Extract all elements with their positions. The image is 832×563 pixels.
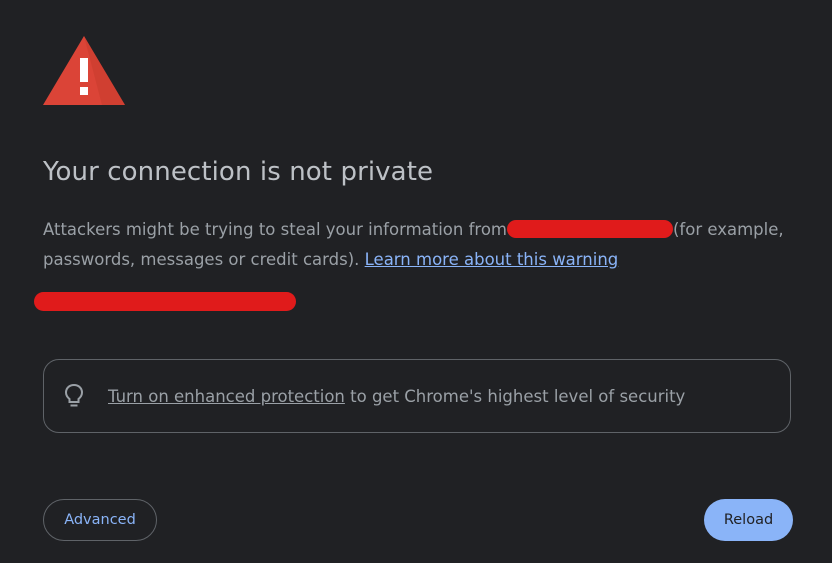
message-text-start: Attackers might be trying to steal your … xyxy=(43,220,507,239)
redacted-error-code xyxy=(34,292,296,311)
enhanced-protection-banner: Turn on enhanced protection to get Chrom… xyxy=(43,359,791,433)
warning-message: Attackers might be trying to steal your … xyxy=(43,215,803,275)
page-title: Your connection is not private xyxy=(43,157,434,187)
enhanced-protection-link[interactable]: Turn on enhanced protection xyxy=(108,387,345,406)
warning-triangle-icon xyxy=(43,36,125,105)
enhanced-protection-text: to get Chrome's highest level of securit… xyxy=(344,386,686,406)
reload-button[interactable]: Reload xyxy=(704,499,793,541)
lightbulb-icon xyxy=(64,383,84,407)
learn-more-link[interactable]: Learn more about this warning xyxy=(365,250,619,269)
redacted-domain xyxy=(507,220,673,238)
advanced-button[interactable]: Advanced xyxy=(43,499,157,541)
